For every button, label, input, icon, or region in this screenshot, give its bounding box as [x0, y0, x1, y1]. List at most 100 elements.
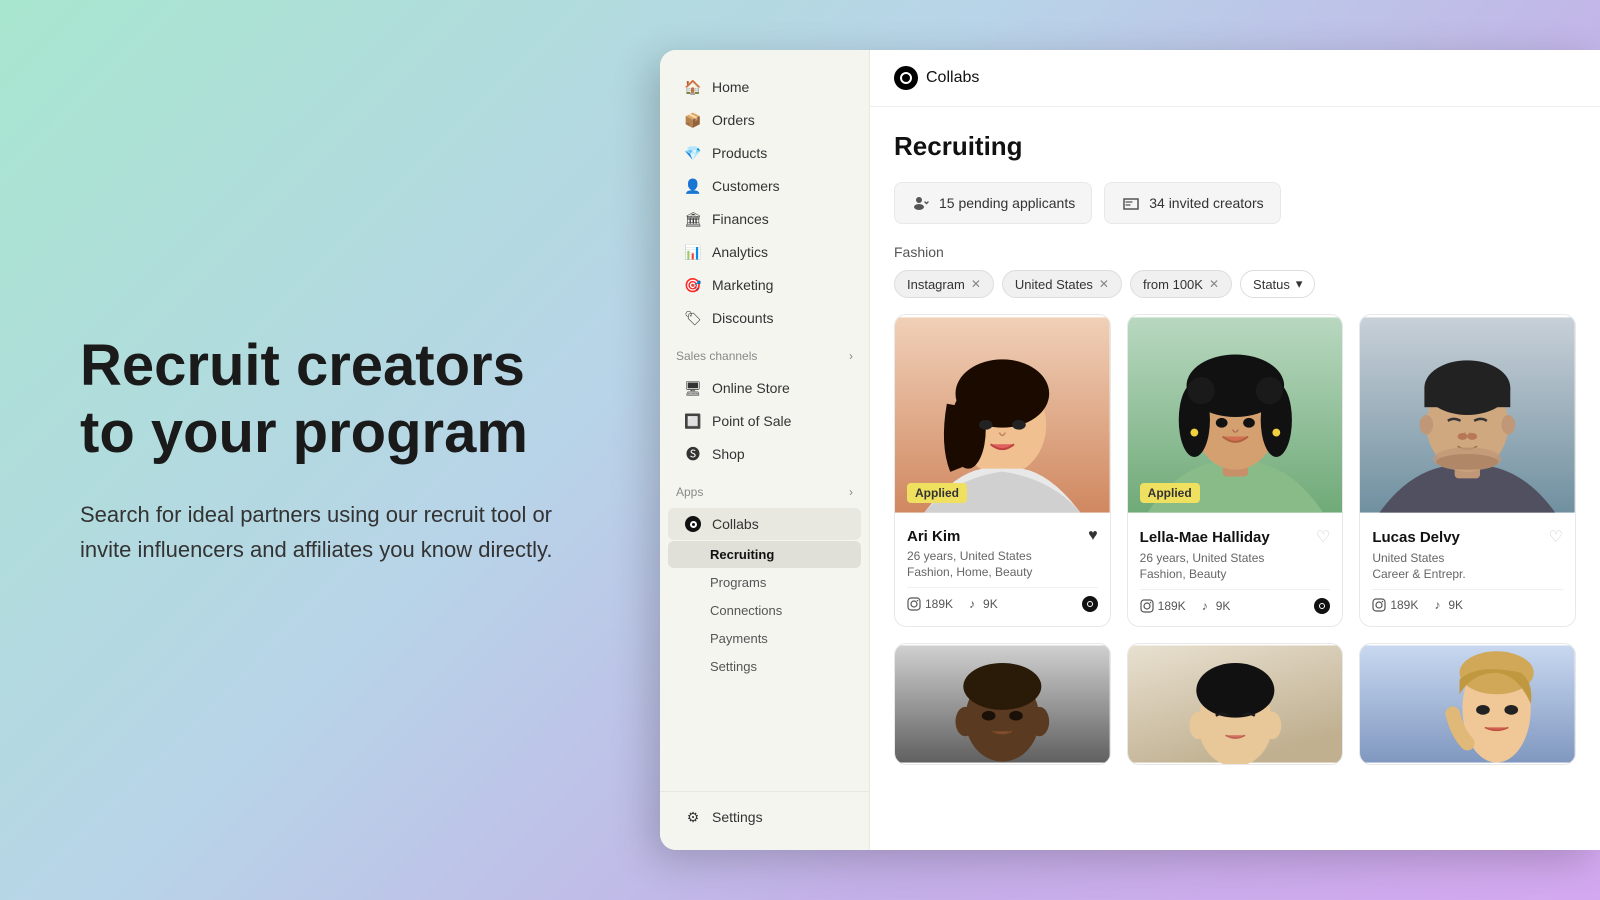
instagram-stat-ari: 189K — [907, 597, 953, 611]
filter-100k[interactable]: from 100K ✕ — [1130, 270, 1232, 298]
invited-icon — [1121, 193, 1141, 213]
like-button-lucas[interactable]: ♡ — [1549, 527, 1563, 547]
remove-instagram-icon[interactable]: ✕ — [971, 277, 981, 291]
creator-country-lucas: United States — [1372, 551, 1563, 565]
remove-us-icon[interactable]: ✕ — [1099, 277, 1109, 291]
home-icon: 🏠 — [684, 78, 702, 96]
hero-subtitle: Search for ideal partners using our recr… — [80, 497, 570, 567]
creator-card-row2-3[interactable] — [1359, 643, 1576, 765]
creator-niches-lella: Fashion, Beauty — [1140, 567, 1331, 581]
remove-100k-icon[interactable]: ✕ — [1209, 277, 1219, 291]
sidebar-item-finances[interactable]: 🏛 Finances — [668, 203, 861, 235]
creator-name-lella: Lella-Mae Halliday — [1140, 529, 1270, 546]
sidebar-label-customers: Customers — [712, 178, 780, 194]
like-button-lella[interactable]: ♡ — [1316, 527, 1330, 547]
creator-card-lella[interactable]: Applied Lella-Mae Halliday ♡ 26 years, U… — [1127, 314, 1344, 627]
creator-card-lucas[interactable]: Lucas Delvy ♡ United States Career & Ent… — [1359, 314, 1576, 627]
sidebar-item-products[interactable]: 💎 Products — [668, 137, 861, 169]
customers-icon: 👤 — [684, 177, 702, 195]
creator-stats-lella: 189K ♪ 9K — [1140, 589, 1331, 614]
creator-name-row-lucas: Lucas Delvy ♡ — [1372, 527, 1563, 547]
invited-creators-text: 34 invited creators — [1149, 195, 1263, 211]
creator-image-ari: Applied — [895, 315, 1110, 515]
sidebar-item-marketing[interactable]: 🎯 Marketing — [668, 269, 861, 301]
sidebar-label-analytics: Analytics — [712, 244, 768, 260]
filter-us[interactable]: United States ✕ — [1002, 270, 1122, 298]
marketing-icon: 🎯 — [684, 276, 702, 294]
sidebar-label-settings: Settings — [712, 809, 763, 825]
sidebar-subitem-payments[interactable]: Payments — [668, 625, 861, 652]
sidebar-label-online-store: Online Store — [712, 380, 790, 396]
sales-channels-label: Sales channels › — [660, 339, 869, 367]
sidebar-item-home[interactable]: 🏠 Home — [668, 71, 861, 103]
sidebar-label-pos: Point of Sale — [712, 413, 791, 429]
100k-filter-label: from 100K — [1143, 277, 1203, 292]
instagram-icon-2 — [1140, 599, 1154, 613]
payments-label: Payments — [710, 631, 768, 646]
tiktok-icon: ♪ — [965, 597, 979, 611]
sidebar-item-analytics[interactable]: 📊 Analytics — [668, 236, 861, 268]
instagram-count-ari: 189K — [925, 597, 953, 611]
applied-badge-ari: Applied — [907, 483, 967, 503]
creators-grid: Applied Ari Kim ♥ 26 years, United State… — [894, 314, 1576, 627]
creator-image-row2-1 — [895, 644, 1110, 764]
instagram-count-lucas: 189K — [1390, 598, 1418, 612]
sidebar-item-shop[interactable]: 🅢 Shop — [668, 438, 861, 470]
collabs-nav-icon — [684, 515, 702, 533]
settings-sub-label: Settings — [710, 659, 757, 674]
sidebar-label-marketing: Marketing — [712, 277, 773, 293]
tiktok-count-lella: 9K — [1216, 599, 1231, 613]
settings-icon: ⚙ — [684, 808, 702, 826]
instagram-icon-3 — [1372, 598, 1386, 612]
sidebar-item-orders[interactable]: 📦 Orders — [668, 104, 861, 136]
pending-applicants-badge[interactable]: 15 pending applicants — [894, 182, 1092, 224]
sidebar-item-discounts[interactable]: 🏷 Discounts — [668, 302, 861, 334]
creator-info-lucas: Lucas Delvy ♡ United States Career & Ent… — [1360, 515, 1575, 624]
sidebar: 🏠 Home 📦 Orders 💎 Products 👤 Customers 🏛… — [660, 50, 870, 850]
instagram-stat-lucas: 189K — [1372, 598, 1418, 612]
sidebar-item-collabs[interactable]: Collabs — [668, 508, 861, 540]
filter-instagram[interactable]: Instagram ✕ — [894, 270, 994, 298]
sidebar-item-customers[interactable]: 👤 Customers — [668, 170, 861, 202]
page-title: Recruiting — [894, 131, 1576, 162]
tiktok-icon-2: ♪ — [1198, 599, 1212, 613]
filter-category: Fashion — [894, 244, 1576, 260]
pos-icon: 🔲 — [684, 412, 702, 430]
creator-name-row-lella: Lella-Mae Halliday ♡ — [1140, 527, 1331, 547]
creator-image-row2-3 — [1360, 644, 1575, 764]
sidebar-item-point-of-sale[interactable]: 🔲 Point of Sale — [668, 405, 861, 437]
creator-name-row-ari: Ari Kim ♥ — [907, 527, 1098, 545]
filter-status[interactable]: Status ▾ — [1240, 270, 1315, 298]
creator-niches-ari: Fashion, Home, Beauty — [907, 565, 1098, 579]
topbar: Collabs — [870, 50, 1600, 107]
creator-card-row2-1[interactable] — [894, 643, 1111, 765]
products-icon: 💎 — [684, 144, 702, 162]
creator-stats-ari: 189K ♪ 9K — [907, 587, 1098, 612]
invited-creators-badge[interactable]: 34 invited creators — [1104, 182, 1280, 224]
sidebar-item-online-store[interactable]: 🖥 Online Store — [668, 372, 861, 404]
tiktok-stat-lella: ♪ 9K — [1198, 599, 1231, 613]
content-area: Recruiting 15 pending applicants — [870, 107, 1600, 850]
sidebar-subitem-connections[interactable]: Connections — [668, 597, 861, 624]
creator-age-lella: 26 years, United States — [1140, 551, 1331, 565]
sidebar-subitem-settings[interactable]: Settings — [668, 653, 861, 680]
instagram-icon — [907, 597, 921, 611]
creator-niches-lucas: Career & Entrepr. — [1372, 567, 1563, 581]
tiktok-count-lucas: 9K — [1448, 598, 1463, 612]
status-chevron-icon: ▾ — [1296, 276, 1303, 292]
filter-tags: Instagram ✕ United States ✕ from 100K ✕ … — [894, 270, 1576, 298]
apps-chevron-icon: › — [849, 485, 853, 499]
sidebar-subitem-recruiting[interactable]: Recruiting — [668, 541, 861, 568]
sidebar-item-settings[interactable]: ⚙ Settings — [668, 801, 861, 833]
analytics-icon: 📊 — [684, 243, 702, 261]
creator-stats-lucas: 189K ♪ 9K — [1372, 589, 1563, 612]
creator-card-row2-2[interactable] — [1127, 643, 1344, 765]
chevron-right-icon: › — [849, 349, 853, 363]
topbar-app-name: Collabs — [926, 69, 979, 87]
like-button-ari[interactable]: ♥ — [1088, 527, 1098, 545]
collabs-verified-lella — [1314, 598, 1330, 614]
sidebar-label-home: Home — [712, 79, 749, 95]
tiktok-stat-ari: ♪ 9K — [965, 597, 998, 611]
sidebar-subitem-programs[interactable]: Programs — [668, 569, 861, 596]
creator-card-ari[interactable]: Applied Ari Kim ♥ 26 years, United State… — [894, 314, 1111, 627]
